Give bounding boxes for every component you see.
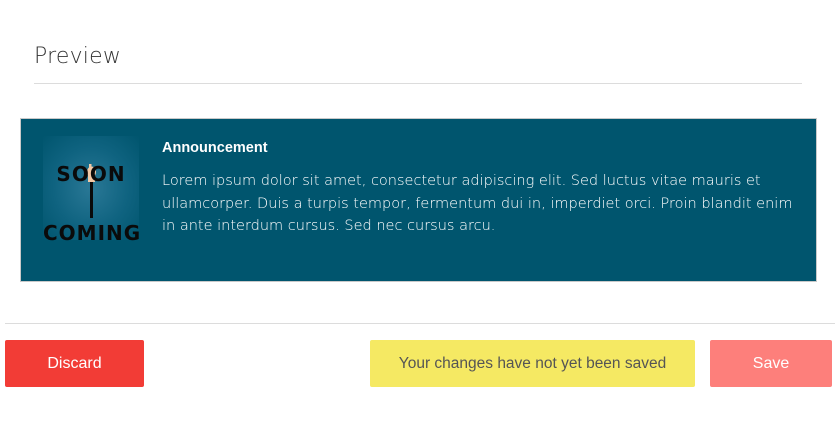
discard-button[interactable]: Discard	[5, 340, 144, 387]
announcement-image: SOON COMING	[43, 136, 140, 245]
unsaved-changes-notice: Your changes have not yet been saved	[370, 340, 695, 387]
announcement-banner: SOON COMING Announcement Lorem ipsum dol…	[20, 118, 817, 282]
save-button[interactable]: Save	[710, 340, 832, 387]
footer-divider	[5, 323, 835, 324]
preview-page: Preview SOON COMING Announcement Lorem i…	[0, 0, 837, 437]
image-text-bottom: COMING	[43, 221, 142, 245]
image-text-top: SOON	[56, 162, 126, 186]
preview-title: Preview	[34, 44, 122, 69]
announcement-heading: Announcement	[162, 140, 268, 156]
title-divider	[34, 83, 802, 84]
announcement-body: Lorem ipsum dolor sit amet, consectetur …	[162, 173, 793, 234]
